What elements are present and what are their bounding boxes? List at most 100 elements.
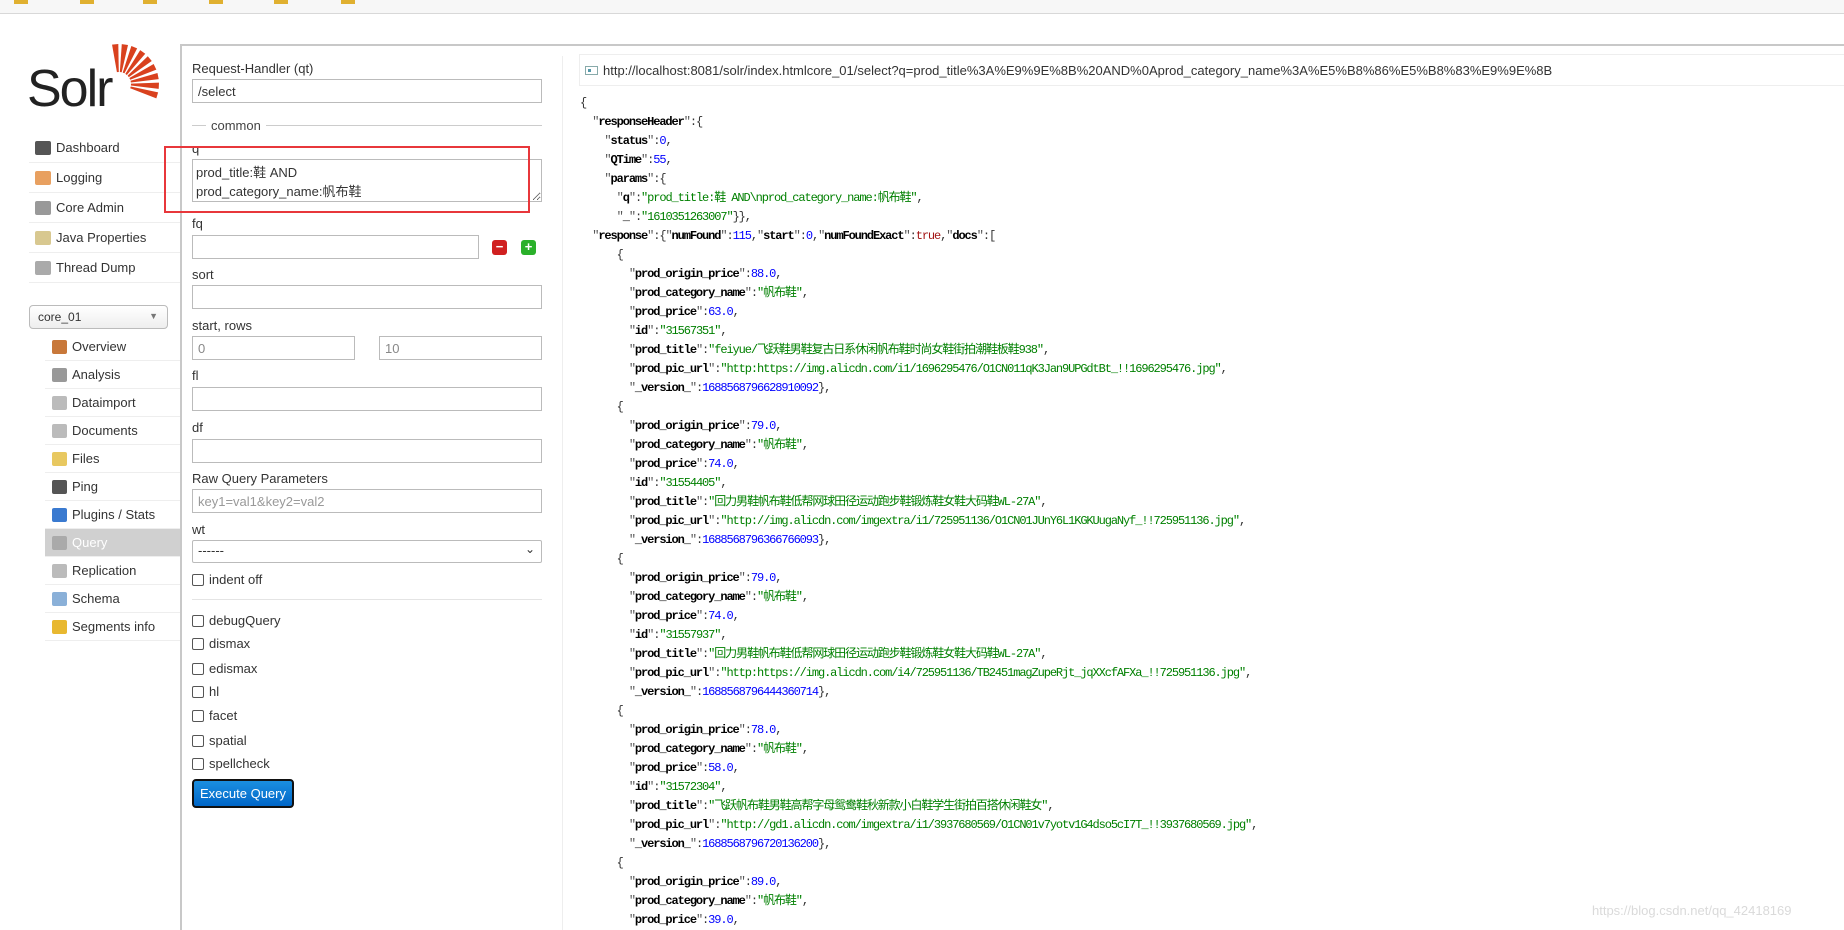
q-textarea[interactable]: prod_title:鞋 AND prod_category_name:帆布鞋: [192, 159, 542, 202]
nav-item-dataimport[interactable]: Dataimport: [45, 389, 180, 417]
nav-item-thread-dump[interactable]: Thread Dump: [29, 253, 180, 283]
json-doc-open: {: [580, 704, 624, 718]
nav-item-query[interactable]: Query: [45, 529, 180, 557]
wt-select-value: ------: [198, 543, 224, 558]
result-url-link[interactable]: http://localhost:8081/solr/index.htmlcor…: [603, 63, 1552, 78]
overview-icon: [52, 339, 67, 354]
remove-fq-button[interactable]: −: [492, 240, 507, 255]
json-field: "prod_price":39.0,: [628, 913, 740, 927]
json-field: "_version_":1688568796720136200},: [628, 837, 831, 851]
indent-off-label: indent off: [209, 572, 263, 587]
q-label: q: [192, 141, 200, 156]
json-field: "prod_category_name":"帆布鞋",: [628, 286, 809, 300]
facet-checkbox[interactable]: facet: [192, 708, 237, 723]
logo-ray: [112, 44, 119, 73]
df-input[interactable]: [192, 439, 542, 463]
nav-item-label: Overview: [72, 339, 127, 354]
nav-item-label: Files: [72, 451, 100, 466]
add-fq-button[interactable]: +: [521, 240, 536, 255]
nav-item-dashboard[interactable]: Dashboard: [29, 133, 180, 163]
edismax-checkbox[interactable]: edismax: [192, 661, 257, 676]
wt-label: wt: [192, 522, 205, 537]
ping-icon: [52, 479, 67, 494]
nav-item-replication[interactable]: Replication: [45, 557, 180, 585]
json-open: {: [580, 96, 587, 110]
nav-item-plugins-stats[interactable]: Plugins / Stats: [45, 501, 180, 529]
nav-item-logging[interactable]: Logging: [29, 163, 180, 193]
nav-item-overview[interactable]: Overview: [45, 333, 180, 361]
json-line: "params":{: [604, 172, 666, 186]
checkbox-box[interactable]: [192, 637, 204, 650]
sort-label: sort: [192, 267, 214, 282]
result-url-bar[interactable]: http://localhost:8081/solr/index.htmlcor…: [579, 54, 1844, 86]
fl-input[interactable]: [192, 387, 542, 411]
nav-item-label: Analysis: [72, 367, 121, 382]
json-field: "prod_category_name":"帆布鞋",: [628, 894, 809, 908]
bookmark-folder-icon[interactable]: [209, 0, 223, 4]
json-qtime: "QTime":55,: [604, 153, 672, 167]
nav-item-label: Replication: [72, 563, 137, 578]
solr-logo[interactable]: Solr: [27, 42, 162, 114]
option-label: hl: [209, 684, 220, 699]
fq-label: fq: [192, 216, 203, 231]
checkbox-box[interactable]: [192, 614, 204, 627]
dismax-checkbox[interactable]: dismax: [192, 636, 250, 651]
json-doc-open: {: [580, 248, 624, 262]
json-field: "_version_":1688568796366766093},: [628, 533, 831, 547]
debugquery-checkbox[interactable]: debugQuery: [192, 613, 281, 628]
json-field: "prod_origin_price":79.0,: [628, 419, 783, 433]
query-icon: [52, 535, 67, 550]
nav-item-label: Query: [72, 535, 108, 550]
core-nav: Overview Analysis Dataimport Documents Files…: [45, 333, 180, 641]
execute-query-button[interactable]: Execute Query: [192, 779, 294, 808]
json-field: "id":"31567351",: [628, 324, 728, 338]
checkbox-box[interactable]: [192, 662, 204, 675]
hl-checkbox[interactable]: hl: [192, 684, 219, 699]
checkbox-box[interactable]: [192, 757, 204, 770]
segments-icon: [52, 619, 67, 634]
raw-query-input[interactable]: [192, 489, 542, 513]
nav-item-java-properties[interactable]: Java Properties: [29, 223, 180, 253]
wt-select[interactable]: ------ ⌄: [192, 540, 542, 563]
nav-item-ping[interactable]: Ping: [45, 473, 180, 501]
json-field: "prod_price":58.0,: [628, 761, 740, 775]
json-field: "prod_pic_url":"http:https://img.alicdn.…: [628, 666, 1252, 680]
option-label: edismax: [209, 661, 258, 676]
json-field: "prod_category_name":"帆布鞋",: [628, 590, 809, 604]
spatial-checkbox[interactable]: spatial: [192, 733, 247, 748]
nav-item-documents[interactable]: Documents: [45, 417, 180, 445]
start-input[interactable]: [192, 336, 355, 360]
checkbox-box[interactable]: [192, 709, 204, 722]
bookmark-folder-icon[interactable]: [143, 0, 157, 4]
bookmark-folder-icon[interactable]: [14, 0, 28, 4]
nav-item-label: Thread Dump: [56, 260, 136, 275]
spellcheck-checkbox[interactable]: spellcheck: [192, 756, 270, 771]
option-label: facet: [209, 708, 238, 723]
nav-item-schema[interactable]: Schema: [45, 585, 180, 613]
nav-item-files[interactable]: Files: [45, 445, 180, 473]
bookmark-folder-icon[interactable]: [341, 0, 355, 4]
thread-dump-icon: [35, 260, 51, 275]
indent-off-checkbox[interactable]: indent off: [192, 572, 262, 587]
checkbox-box[interactable]: [192, 685, 204, 698]
nav-item-label: Schema: [72, 591, 120, 606]
checkbox-box[interactable]: [192, 734, 204, 747]
request-handler-input[interactable]: [192, 79, 542, 103]
option-label: debugQuery: [209, 613, 281, 628]
common-legend: common: [206, 118, 266, 133]
bookmark-folder-icon[interactable]: [80, 0, 94, 4]
rows-input[interactable]: [379, 336, 542, 360]
nav-item-label: Dataimport: [72, 395, 136, 410]
nav-item-segments-info[interactable]: Segments info: [45, 613, 180, 641]
sort-input[interactable]: [192, 285, 542, 309]
nav-item-core-admin[interactable]: Core Admin: [29, 193, 180, 223]
core-selector[interactable]: core_01 ▼: [29, 305, 168, 329]
raw-query-label: Raw Query Parameters: [192, 471, 328, 486]
checkbox-box[interactable]: [192, 573, 204, 586]
divider: [192, 599, 542, 600]
bookmark-folder-icon[interactable]: [274, 0, 288, 4]
json-field: "prod_price":74.0,: [628, 457, 740, 471]
fq-input[interactable]: [192, 235, 479, 259]
plugins-icon: [52, 507, 67, 522]
nav-item-analysis[interactable]: Analysis: [45, 361, 180, 389]
